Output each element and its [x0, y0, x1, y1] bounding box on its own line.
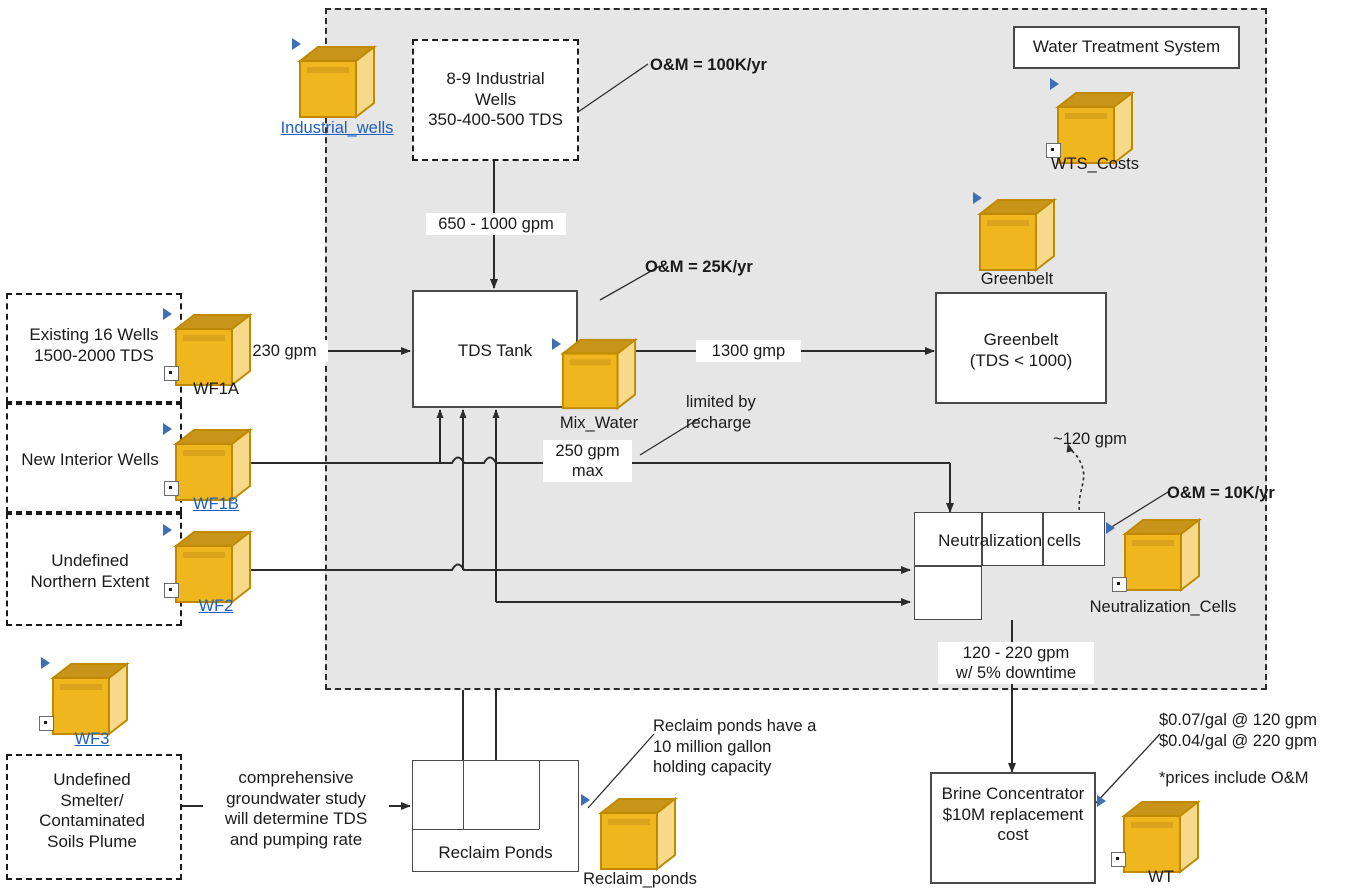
cube-wt-handle-icon[interactable]	[1111, 852, 1126, 867]
cube-wf3-marker-icon	[41, 657, 50, 669]
cube-wf3-handle-icon[interactable]	[39, 716, 54, 731]
cube-reclaim-ponds[interactable]	[597, 795, 679, 877]
cube-3d-icon	[977, 197, 1057, 273]
flow-label-wf1b: 250 gpm max	[543, 440, 632, 483]
cube-industrial-wells-marker-icon	[292, 38, 301, 50]
cube-3d-icon	[297, 44, 377, 120]
cube-industrial-wells[interactable]	[296, 43, 378, 125]
flow-label-evaporation: ~120 gpm	[1053, 430, 1127, 448]
cube-wf1b-marker-icon	[163, 423, 172, 435]
annotation-om-industrial: O&M = 100K/yr	[650, 56, 767, 74]
cube-wf1a-marker-icon	[163, 308, 172, 320]
neutralization-cells-marker-icon	[1106, 522, 1115, 534]
diagram-canvas: Existing 16 Wells 1500-2000 TDS New Inte…	[0, 0, 1352, 894]
cube-neutralization-cells-handle-icon[interactable]	[1112, 577, 1127, 592]
cube-wf1a-label[interactable]: WF1A	[155, 380, 277, 399]
cube-wf2-label[interactable]: WF2	[155, 597, 277, 616]
northern-extent-label: Undefined Northern Extent	[30, 551, 150, 591]
new-interior-wells-label: New Interior Wells	[21, 450, 159, 469]
cube-3d-icon	[560, 337, 638, 411]
reclaim-ponds-divider-h	[413, 829, 539, 830]
cube-wts-costs-marker-icon	[1050, 78, 1059, 90]
neutralization-cells-label: Neutralization cells	[938, 531, 1081, 550]
cube-reclaim-ponds-label[interactable]: Reclaim_ponds	[570, 870, 710, 889]
cube-mix-water[interactable]	[559, 336, 639, 416]
cube-wf1a-handle-icon[interactable]	[164, 366, 179, 381]
flow-label-tank-to-greenbelt: 1300 gmp	[696, 340, 801, 363]
greenbelt-box-label: Greenbelt (TDS < 1000)	[969, 330, 1073, 370]
wts-title-text: Water Treatment System	[1032, 37, 1221, 56]
annotation-om-tank: O&M = 25K/yr	[645, 258, 753, 276]
cube-mix-water-label[interactable]: Mix_Water	[538, 414, 660, 433]
flow-label-groundwater-study: comprehensive groundwater study will det…	[203, 768, 389, 851]
cube-wts-costs-label[interactable]: WTS_Costs	[1034, 155, 1156, 174]
annotation-brine-pricing-note: *prices include O&M	[1159, 769, 1309, 787]
annotation-brine-pricing: $0.07/gal @ 120 gpm $0.04/gal @ 220 gpm	[1159, 711, 1318, 750]
cube-industrial-wells-label[interactable]: Industrial_wells	[276, 119, 398, 138]
reclaim-ponds-label: Reclaim Ponds	[438, 843, 553, 862]
cube-3d-icon	[1122, 517, 1202, 593]
cube-wf1b-handle-icon[interactable]	[164, 481, 179, 496]
cube-wf2-marker-icon	[163, 524, 172, 536]
reclaim-ponds-marker-icon	[581, 794, 590, 806]
reclaim-ponds-divider-v2	[539, 761, 540, 829]
cube-neutralization-cells-label[interactable]: Neutralization_Cells	[1073, 598, 1253, 617]
cube-neutralization-cells[interactable]	[1121, 516, 1203, 598]
existing-wells-label: Existing 16 Wells 1500-2000 TDS	[29, 325, 159, 365]
brine-concentrator-label: Brine Concentrator $10M replacement cost	[941, 784, 1085, 845]
industrial-wells-note-text: 8-9 Industrial Wells 350-400-500 TDS	[428, 69, 563, 130]
flow-label-neutralization-out: 120 - 220 gpm w/ 5% downtime	[938, 642, 1094, 685]
annotation-om-neutralization: O&M = 10K/yr	[1167, 484, 1275, 502]
annotation-reclaim-capacity: Reclaim ponds have a 10 million gallon h…	[653, 717, 817, 777]
cube-greenbelt-label[interactable]: Greenbelt	[956, 270, 1078, 289]
reclaim-ponds-divider-v1	[463, 761, 464, 829]
neutralization-cell-4[interactable]	[914, 566, 982, 620]
annotation-limited-by-recharge: limited by recharge	[686, 393, 756, 432]
cube-wt-label[interactable]: WT	[1105, 868, 1217, 887]
flow-label-industrial-to-tank: 650 - 1000 gpm	[426, 213, 566, 236]
cube-greenbelt-marker-icon	[973, 192, 982, 204]
cube-wf1b-label[interactable]: WF1B	[155, 495, 277, 514]
cube-wf3-label[interactable]: WF3	[31, 730, 153, 749]
cube-wf2-handle-icon[interactable]	[164, 583, 179, 598]
cube-3d-icon	[598, 796, 678, 872]
cube-greenbelt[interactable]	[976, 196, 1058, 278]
brine-concentrator-marker-icon	[1097, 795, 1106, 807]
smelter-plume-label: Undefined Smelter/ Contaminated Soils Pl…	[39, 770, 145, 852]
flow-label-wf1a-to-tank: 230 gpm	[241, 340, 328, 363]
